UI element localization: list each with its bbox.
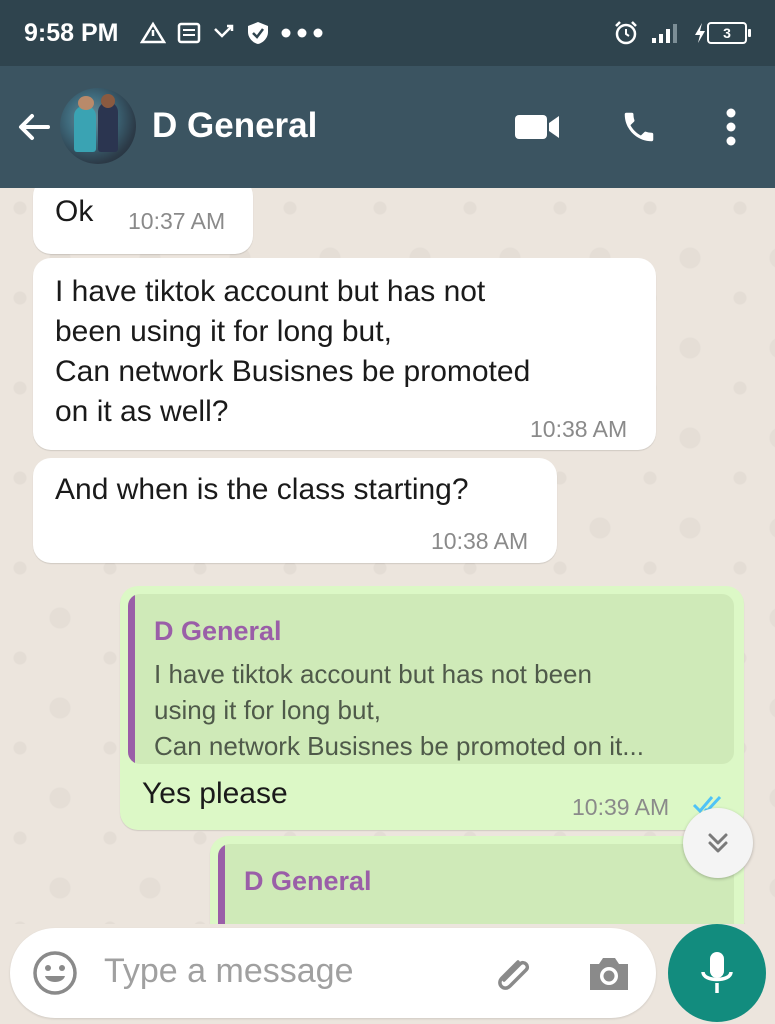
contact-name[interactable]: D General bbox=[152, 106, 317, 146]
attach-button[interactable] bbox=[490, 950, 538, 998]
message-text: And when is the class starting? bbox=[55, 473, 469, 506]
message-list[interactable]: Ok 10:37 AM I have tiktok account but ha… bbox=[0, 188, 775, 924]
composer: Type a message bbox=[0, 924, 775, 1024]
status-time: 9:58 PM bbox=[24, 18, 119, 47]
avatar[interactable] bbox=[60, 88, 136, 164]
video-call-button[interactable] bbox=[512, 107, 562, 147]
status-system-icons: 3 bbox=[613, 20, 751, 46]
overflow-menu-icon bbox=[726, 108, 736, 146]
emoji-icon bbox=[33, 951, 77, 995]
missed-call-icon bbox=[214, 24, 234, 38]
shield-check-icon bbox=[248, 22, 269, 44]
message-time: 10:38 AM bbox=[530, 416, 628, 442]
battery-icon: 3 bbox=[707, 22, 747, 44]
message-bubble-outgoing[interactable]: D General bbox=[210, 836, 744, 924]
message-text: Yes please bbox=[142, 777, 288, 810]
message-bubble-incoming[interactable]: And when is the class starting? 10:38 AM bbox=[33, 458, 557, 563]
message-bubble-incoming[interactable]: I have tiktok account but has not been u… bbox=[33, 258, 656, 450]
charging-icon bbox=[695, 23, 705, 43]
news-icon bbox=[178, 22, 201, 44]
voice-call-button[interactable] bbox=[614, 107, 664, 147]
phone-icon bbox=[624, 112, 654, 142]
alert-triangle-icon bbox=[140, 21, 167, 44]
status-bar: 9:58 PM 3 bbox=[0, 0, 775, 66]
chat-header: D General bbox=[0, 66, 775, 188]
camera-button[interactable] bbox=[586, 952, 632, 996]
overflow-menu-button[interactable] bbox=[706, 107, 756, 147]
signal-icon bbox=[652, 24, 677, 43]
message-time: 10:37 AM bbox=[128, 208, 226, 234]
mic-icon bbox=[701, 952, 733, 993]
double-chevron-down-icon bbox=[708, 833, 728, 853]
battery-indicator: 3 bbox=[693, 22, 751, 44]
status-notification-icons bbox=[140, 20, 324, 46]
quoted-message[interactable]: D General I have tiktok account but has … bbox=[128, 594, 734, 764]
message-time: 10:38 AM bbox=[431, 528, 529, 554]
message-text: I have tiktok account but has not been u… bbox=[55, 275, 531, 428]
attach-icon bbox=[498, 960, 530, 990]
quoted-message[interactable]: D General bbox=[218, 844, 734, 924]
message-time: 10:39 AM bbox=[572, 794, 670, 820]
video-call-icon bbox=[515, 115, 559, 139]
quoted-sender: D General bbox=[154, 616, 282, 646]
quoted-text: I have tiktok account but has not been u… bbox=[154, 659, 644, 761]
more-dots-icon bbox=[281, 28, 323, 38]
message-text: Ok bbox=[55, 195, 94, 228]
message-bubble-incoming[interactable]: Ok 10:37 AM bbox=[33, 188, 253, 254]
alarm-icon bbox=[615, 21, 637, 45]
message-placeholder: Type a message bbox=[104, 952, 354, 990]
emoji-button[interactable] bbox=[32, 950, 78, 996]
back-arrow-icon[interactable] bbox=[14, 107, 54, 147]
camera-icon bbox=[590, 958, 628, 990]
voice-message-button[interactable] bbox=[668, 924, 766, 1022]
message-bubble-outgoing[interactable]: D General I have tiktok account but has … bbox=[120, 586, 744, 830]
quoted-sender: D General bbox=[244, 866, 372, 896]
scroll-to-bottom-button[interactable] bbox=[683, 808, 753, 878]
message-input[interactable]: Type a message bbox=[10, 928, 656, 1018]
